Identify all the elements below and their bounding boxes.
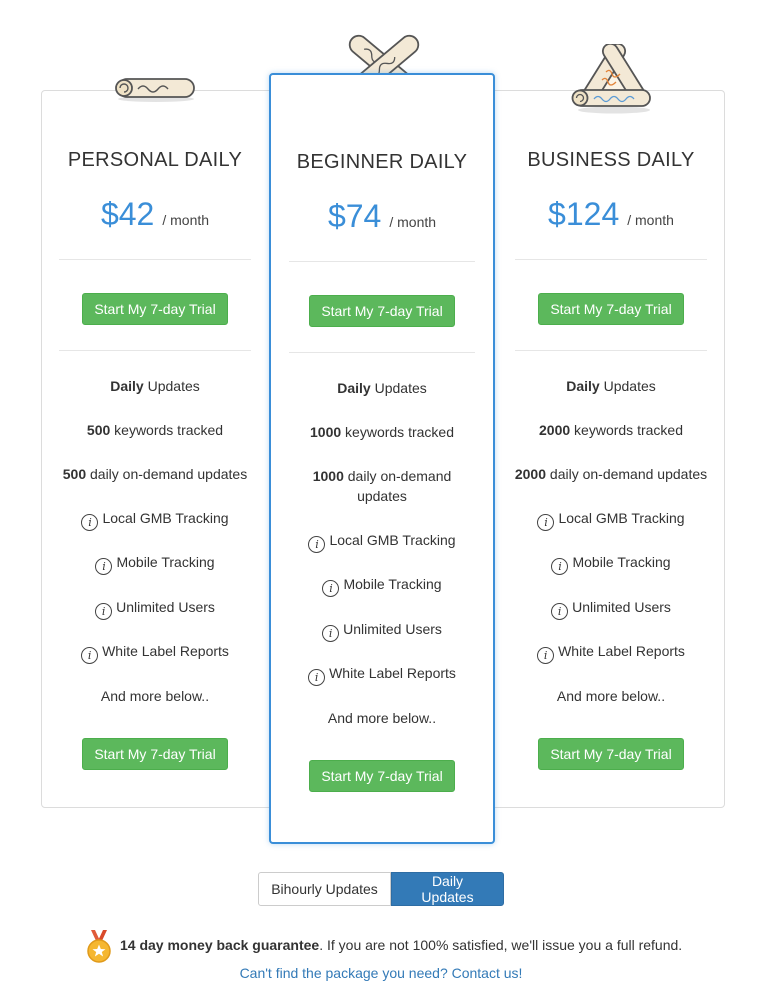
info-icon[interactable]: i xyxy=(95,558,113,575)
plan-price: $74 xyxy=(327,198,382,234)
info-icon[interactable]: i xyxy=(322,580,340,597)
price-row: $74 / month xyxy=(271,198,493,235)
feature-more: And more below.. xyxy=(100,688,210,704)
info-icon[interactable]: i xyxy=(81,514,99,531)
info-icon[interactable]: i xyxy=(308,669,326,686)
divider xyxy=(515,350,707,351)
feature-gmb: i Local GMB Tracking xyxy=(47,508,263,531)
feature-mobile: i Mobile Tracking xyxy=(47,552,263,575)
feature-users: i Unlimited Users xyxy=(277,619,487,642)
feature-gmb: i Local GMB Tracking xyxy=(503,508,719,531)
contact-line: Can't find the package you need? Contact… xyxy=(0,965,762,981)
guarantee-text: . If you are not 100% satisfied, we'll i… xyxy=(319,937,683,953)
info-icon[interactable]: i xyxy=(537,514,555,531)
start-trial-button-bottom[interactable]: Start My 7-day Trial xyxy=(309,760,455,792)
price-period: / month xyxy=(389,214,437,230)
start-trial-button-top[interactable]: Start My 7-day Trial xyxy=(538,293,684,325)
divider xyxy=(59,350,251,351)
info-icon[interactable]: i xyxy=(81,647,99,664)
feature-keywords: 500 keywords tracked xyxy=(86,422,224,438)
info-icon[interactable]: i xyxy=(551,558,569,575)
feature-users: i Unlimited Users xyxy=(503,597,719,620)
info-icon[interactable]: i xyxy=(537,647,555,664)
divider xyxy=(515,259,707,260)
scroll-icon-single xyxy=(115,78,195,102)
feature-more: And more below.. xyxy=(327,710,437,726)
plan-title: BUSINESS DAILY xyxy=(527,149,695,171)
start-trial-button-top[interactable]: Start My 7-day Trial xyxy=(82,293,228,325)
divider xyxy=(289,352,475,353)
info-icon[interactable]: i xyxy=(551,603,569,620)
feature-gmb: i Local GMB Tracking xyxy=(277,530,487,553)
feature-whitelabel: i White Label Reports xyxy=(503,641,719,664)
feature-ondemand: 500 daily on-demand updates xyxy=(62,466,248,482)
plan-title: PERSONAL DAILY xyxy=(67,149,243,171)
info-icon[interactable]: i xyxy=(95,603,113,620)
scroll-icon-triple xyxy=(571,44,651,114)
feature-mobile: i Mobile Tracking xyxy=(277,574,487,597)
feature-whitelabel: i White Label Reports xyxy=(47,641,263,664)
plan-price: $124 xyxy=(548,196,620,232)
divider xyxy=(59,259,251,260)
price-period: / month xyxy=(627,212,674,228)
contact-us-link[interactable]: Can't find the package you need? Contact… xyxy=(240,965,519,981)
info-icon[interactable]: i xyxy=(308,536,326,553)
feature-more: And more below.. xyxy=(556,688,666,704)
info-icon[interactable]: i xyxy=(322,625,340,642)
update-frequency-toggle: Bihourly Updates Daily Updates xyxy=(258,872,504,906)
divider xyxy=(289,261,475,262)
start-trial-button-bottom[interactable]: Start My 7-day Trial xyxy=(538,738,684,770)
feature-keywords: 2000 keywords tracked xyxy=(539,422,683,438)
feature-updates: Daily Updates xyxy=(337,380,427,396)
bihourly-updates-button[interactable]: Bihourly Updates xyxy=(258,872,391,906)
plan-title: BEGINNER DAILY xyxy=(296,151,468,173)
price-period: / month xyxy=(162,212,210,228)
feature-keywords: 1000 keywords tracked xyxy=(310,424,454,440)
feature-updates: Daily Updates xyxy=(110,378,200,394)
feature-ondemand: 2000 daily on-demand updates xyxy=(514,466,708,482)
start-trial-button-bottom[interactable]: Start My 7-day Trial xyxy=(82,738,228,770)
plan-price: $42 xyxy=(100,196,155,232)
start-trial-button-top[interactable]: Start My 7-day Trial xyxy=(309,295,455,327)
feature-users: i Unlimited Users xyxy=(47,597,263,620)
feature-updates: Daily Updates xyxy=(566,378,656,394)
medal-icon xyxy=(87,930,111,963)
feature-whitelabel: i White Label Reports xyxy=(277,663,487,686)
plan-card-beginner: BEGINNER DAILY $74 / month Start My 7-day… xyxy=(269,73,495,844)
feature-ondemand: 1000 daily on-demand updates xyxy=(312,468,452,504)
feature-mobile: i Mobile Tracking xyxy=(503,552,719,575)
price-row: $124 / month xyxy=(497,196,725,233)
contact-suffix: ! xyxy=(518,965,523,981)
guarantee-title: 14 day money back guarantee xyxy=(120,937,320,953)
price-row: $42 / month xyxy=(41,196,269,233)
daily-updates-button[interactable]: Daily Updates xyxy=(391,872,504,906)
